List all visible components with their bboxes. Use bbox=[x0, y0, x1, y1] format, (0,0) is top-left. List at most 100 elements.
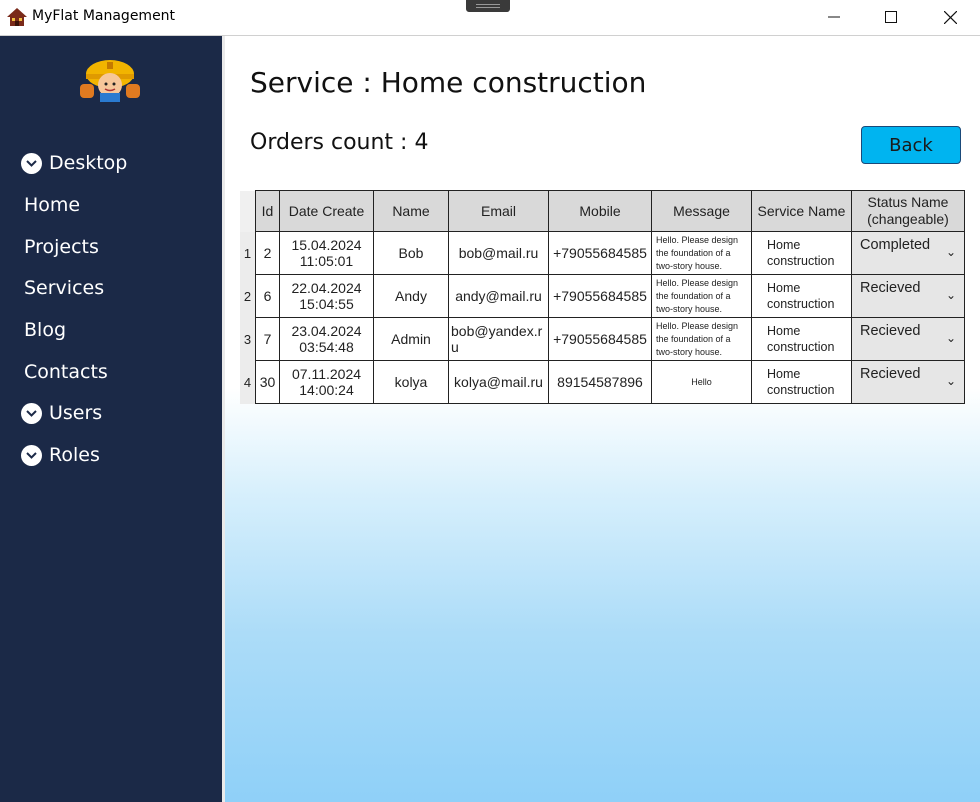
table-header-row: Id Date Create Name Email Mobile Message… bbox=[240, 190, 965, 232]
sidebar-item-label: Home bbox=[24, 194, 81, 216]
cell-service-line2: construction bbox=[767, 383, 835, 397]
cell-date: 15.04.2024 bbox=[291, 237, 362, 253]
status-select[interactable]: Recieved ⌄ bbox=[851, 317, 965, 361]
column-header-status-name[interactable]: Status Name (changeable) bbox=[851, 190, 965, 232]
logo bbox=[80, 60, 140, 102]
row-number: 1 bbox=[240, 231, 256, 275]
cell-mobile[interactable]: +79055684585 bbox=[548, 231, 652, 275]
table-row[interactable]: 3 7 23.04.2024 03:54:48 Admin bob@yandex.… bbox=[240, 317, 965, 361]
cell-service-line2: construction bbox=[767, 254, 835, 268]
cell-name[interactable]: Bob bbox=[373, 231, 449, 275]
cell-time: 14:00:24 bbox=[299, 382, 354, 398]
column-header-service-name[interactable]: Service Name bbox=[751, 190, 852, 232]
chevron-down-icon: ⌄ bbox=[945, 288, 956, 302]
back-button[interactable]: Back bbox=[861, 126, 961, 164]
status-value: Recieved bbox=[860, 323, 921, 339]
cell-time: 15:04:55 bbox=[299, 296, 354, 312]
chevron-down-icon: ⌄ bbox=[945, 331, 956, 345]
cell-date-create[interactable]: 15.04.2024 11:05:01 bbox=[279, 231, 374, 275]
chevron-down-icon: ⌄ bbox=[945, 374, 956, 388]
column-header-id[interactable]: Id bbox=[255, 190, 280, 232]
cell-mobile[interactable]: +79055684585 bbox=[548, 274, 652, 318]
status-value: Completed bbox=[860, 237, 931, 253]
cell-date: 07.11.2024 bbox=[291, 366, 362, 382]
column-header-date-create[interactable]: Date Create bbox=[279, 190, 374, 232]
status-select[interactable]: Recieved ⌄ bbox=[851, 274, 965, 318]
column-header-mobile[interactable]: Mobile bbox=[548, 190, 652, 232]
cell-time: 03:54:48 bbox=[299, 339, 354, 355]
row-number: 2 bbox=[240, 274, 256, 318]
cell-mobile[interactable]: +79055684585 bbox=[548, 317, 652, 361]
cell-id[interactable]: 2 bbox=[255, 231, 280, 275]
sidebar-item-label: Services bbox=[24, 277, 105, 299]
cell-message[interactable]: Hello. Please design the foundation of a… bbox=[651, 231, 752, 275]
status-select[interactable]: Completed ⌄ bbox=[851, 231, 965, 275]
cell-service-name[interactable]: Home construction bbox=[751, 274, 852, 318]
cell-id[interactable]: 30 bbox=[255, 360, 280, 404]
page-title: Service : Home construction bbox=[250, 66, 647, 99]
row-number: 3 bbox=[240, 317, 256, 361]
cell-email[interactable]: bob@yandex.ru bbox=[448, 317, 549, 361]
sidebar-item-home[interactable]: Home bbox=[24, 194, 80, 216]
table-row[interactable]: 1 2 15.04.2024 11:05:01 Bob bob@mail.ru +… bbox=[240, 231, 965, 275]
cell-date: 22.04.2024 bbox=[291, 280, 362, 296]
row-number: 4 bbox=[240, 360, 256, 404]
row-header-corner bbox=[240, 190, 256, 232]
sidebar-item-desktop[interactable]: Desktop bbox=[21, 152, 128, 174]
status-value: Recieved bbox=[860, 280, 921, 296]
cell-email[interactable]: andy@mail.ru bbox=[448, 274, 549, 318]
sidebar-item-blog[interactable]: Blog bbox=[24, 319, 66, 341]
cell-time: 11:05:01 bbox=[299, 253, 354, 269]
title-bar: MyFlat Management bbox=[0, 0, 980, 36]
table-row[interactable]: 4 30 07.11.2024 14:00:24 kolya kolya@mail… bbox=[240, 360, 965, 404]
table-row[interactable]: 2 6 22.04.2024 15:04:55 Andy andy@mail.ru… bbox=[240, 274, 965, 318]
close-icon bbox=[943, 10, 957, 24]
cell-name[interactable]: Andy bbox=[373, 274, 449, 318]
drag-handle[interactable] bbox=[466, 0, 510, 12]
cell-email[interactable]: bob@mail.ru bbox=[448, 231, 549, 275]
cell-id[interactable]: 7 bbox=[255, 317, 280, 361]
sidebar-item-label: Roles bbox=[49, 444, 100, 466]
cell-date-create[interactable]: 22.04.2024 15:04:55 bbox=[279, 274, 374, 318]
orders-table: Id Date Create Name Email Mobile Message… bbox=[240, 190, 965, 404]
cell-email[interactable]: kolya@mail.ru bbox=[448, 360, 549, 404]
minimize-button[interactable] bbox=[805, 0, 863, 34]
chevron-down-circle-icon bbox=[21, 444, 42, 466]
cell-service-name[interactable]: Home construction bbox=[751, 317, 852, 361]
sidebar-item-services[interactable]: Services bbox=[24, 277, 104, 299]
sidebar: Desktop Home Projects Services Blog Cont… bbox=[0, 36, 222, 802]
cell-name[interactable]: kolya bbox=[373, 360, 449, 404]
window-title: MyFlat Management bbox=[32, 8, 176, 24]
cell-service-name[interactable]: Home construction bbox=[751, 360, 852, 404]
cell-service-line2: construction bbox=[767, 297, 835, 311]
cell-message[interactable]: Hello. Please design the foundation of a… bbox=[651, 274, 752, 318]
cell-mobile[interactable]: 89154587896 bbox=[548, 360, 652, 404]
cell-message[interactable]: Hello bbox=[651, 360, 752, 404]
cell-name[interactable]: Admin bbox=[373, 317, 449, 361]
main-content: Service : Home construction Orders count… bbox=[225, 36, 980, 802]
cell-service-name[interactable]: Home construction bbox=[751, 231, 852, 275]
cell-date-create[interactable]: 23.04.2024 03:54:48 bbox=[279, 317, 374, 361]
close-button[interactable] bbox=[921, 0, 979, 34]
sidebar-item-label: Blog bbox=[24, 319, 66, 341]
column-header-name[interactable]: Name bbox=[373, 190, 449, 232]
sidebar-item-users[interactable]: Users bbox=[21, 402, 102, 424]
maximize-button[interactable] bbox=[862, 0, 920, 34]
cell-service-line2: construction bbox=[767, 340, 835, 354]
sidebar-item-roles[interactable]: Roles bbox=[21, 444, 100, 466]
status-select[interactable]: Recieved ⌄ bbox=[851, 360, 965, 404]
column-header-message[interactable]: Message bbox=[651, 190, 752, 232]
house-icon bbox=[7, 8, 27, 26]
orders-count: Orders count : 4 bbox=[250, 130, 429, 155]
sidebar-item-label: Contacts bbox=[24, 361, 108, 383]
sidebar-item-label: Projects bbox=[24, 236, 99, 258]
cell-id[interactable]: 6 bbox=[255, 274, 280, 318]
cell-message[interactable]: Hello. Please design the foundation of a… bbox=[651, 317, 752, 361]
cell-date-create[interactable]: 07.11.2024 14:00:24 bbox=[279, 360, 374, 404]
sidebar-item-label: Desktop bbox=[49, 152, 128, 174]
column-header-email[interactable]: Email bbox=[448, 190, 549, 232]
sidebar-item-projects[interactable]: Projects bbox=[24, 236, 99, 258]
chevron-down-icon: ⌄ bbox=[945, 245, 956, 259]
cell-date: 23.04.2024 bbox=[291, 323, 362, 339]
sidebar-item-contacts[interactable]: Contacts bbox=[24, 361, 108, 383]
